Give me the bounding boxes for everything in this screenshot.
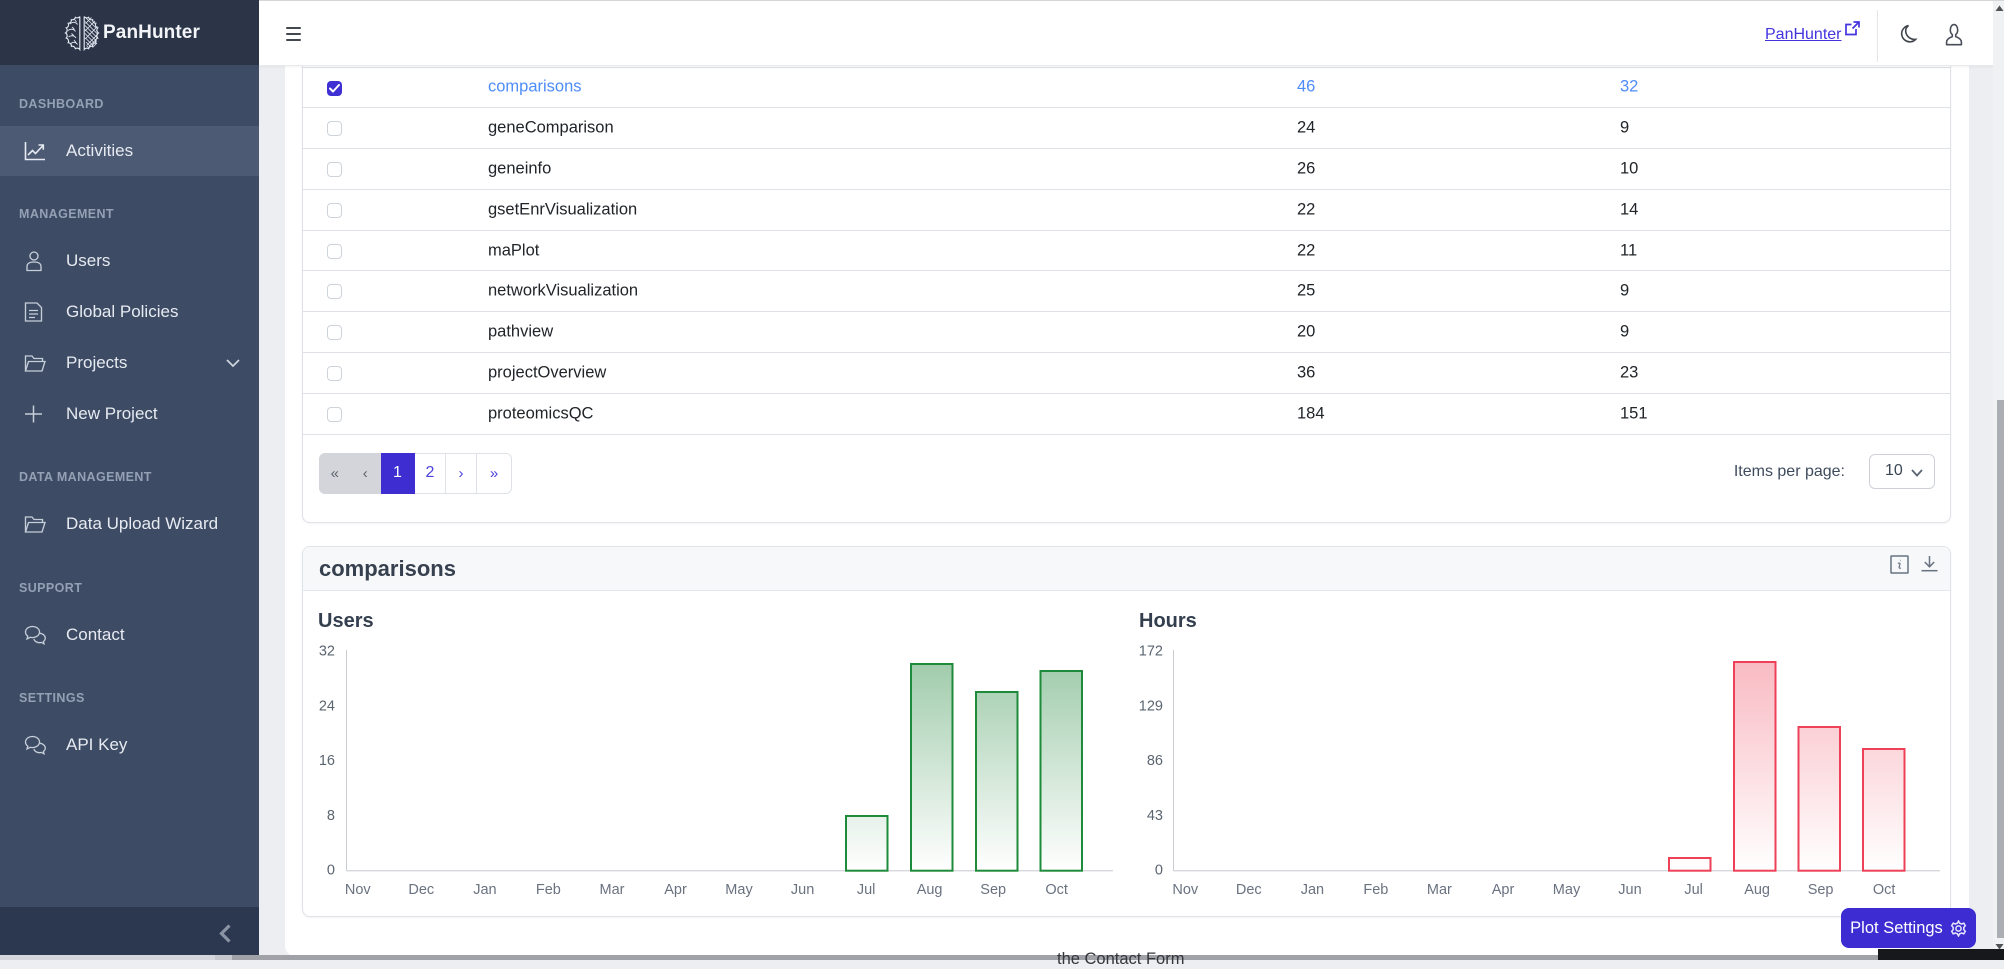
- svg-text:129: 129: [1139, 698, 1163, 714]
- svg-text:0: 0: [1155, 863, 1163, 879]
- svg-text:172: 172: [1139, 644, 1163, 660]
- svg-text:Feb: Feb: [536, 882, 561, 898]
- svg-text:Jul: Jul: [1684, 882, 1703, 898]
- svg-text:0: 0: [327, 863, 335, 879]
- svg-text:Jan: Jan: [473, 882, 496, 898]
- svg-text:Mar: Mar: [1427, 882, 1452, 898]
- svg-text:Feb: Feb: [1363, 882, 1388, 898]
- svg-text:Mar: Mar: [600, 882, 625, 898]
- svg-text:Jun: Jun: [791, 882, 814, 898]
- svg-text:Oct: Oct: [1045, 882, 1068, 898]
- svg-text:May: May: [725, 882, 753, 898]
- svg-text:32: 32: [319, 644, 335, 660]
- svg-text:Jun: Jun: [1618, 882, 1641, 898]
- svg-text:Dec: Dec: [408, 882, 434, 898]
- svg-text:Sep: Sep: [1808, 882, 1834, 898]
- svg-text:Dec: Dec: [1236, 882, 1262, 898]
- svg-text:Aug: Aug: [1744, 882, 1770, 898]
- svg-text:Users: Users: [318, 610, 374, 632]
- svg-text:16: 16: [319, 753, 335, 769]
- svg-text:Apr: Apr: [664, 882, 687, 898]
- svg-text:Apr: Apr: [1492, 882, 1515, 898]
- svg-text:24: 24: [319, 698, 335, 714]
- svg-text:May: May: [1553, 882, 1581, 898]
- svg-text:Nov: Nov: [345, 882, 372, 898]
- svg-text:86: 86: [1147, 753, 1163, 769]
- svg-text:Nov: Nov: [1172, 882, 1199, 898]
- svg-text:Hours: Hours: [1139, 610, 1197, 632]
- svg-text:8: 8: [327, 808, 335, 824]
- svg-text:43: 43: [1147, 808, 1163, 824]
- svg-text:Oct: Oct: [1873, 882, 1896, 898]
- svg-text:Aug: Aug: [917, 882, 943, 898]
- svg-text:Jan: Jan: [1301, 882, 1324, 898]
- svg-text:Jul: Jul: [857, 882, 876, 898]
- svg-text:Sep: Sep: [980, 882, 1006, 898]
